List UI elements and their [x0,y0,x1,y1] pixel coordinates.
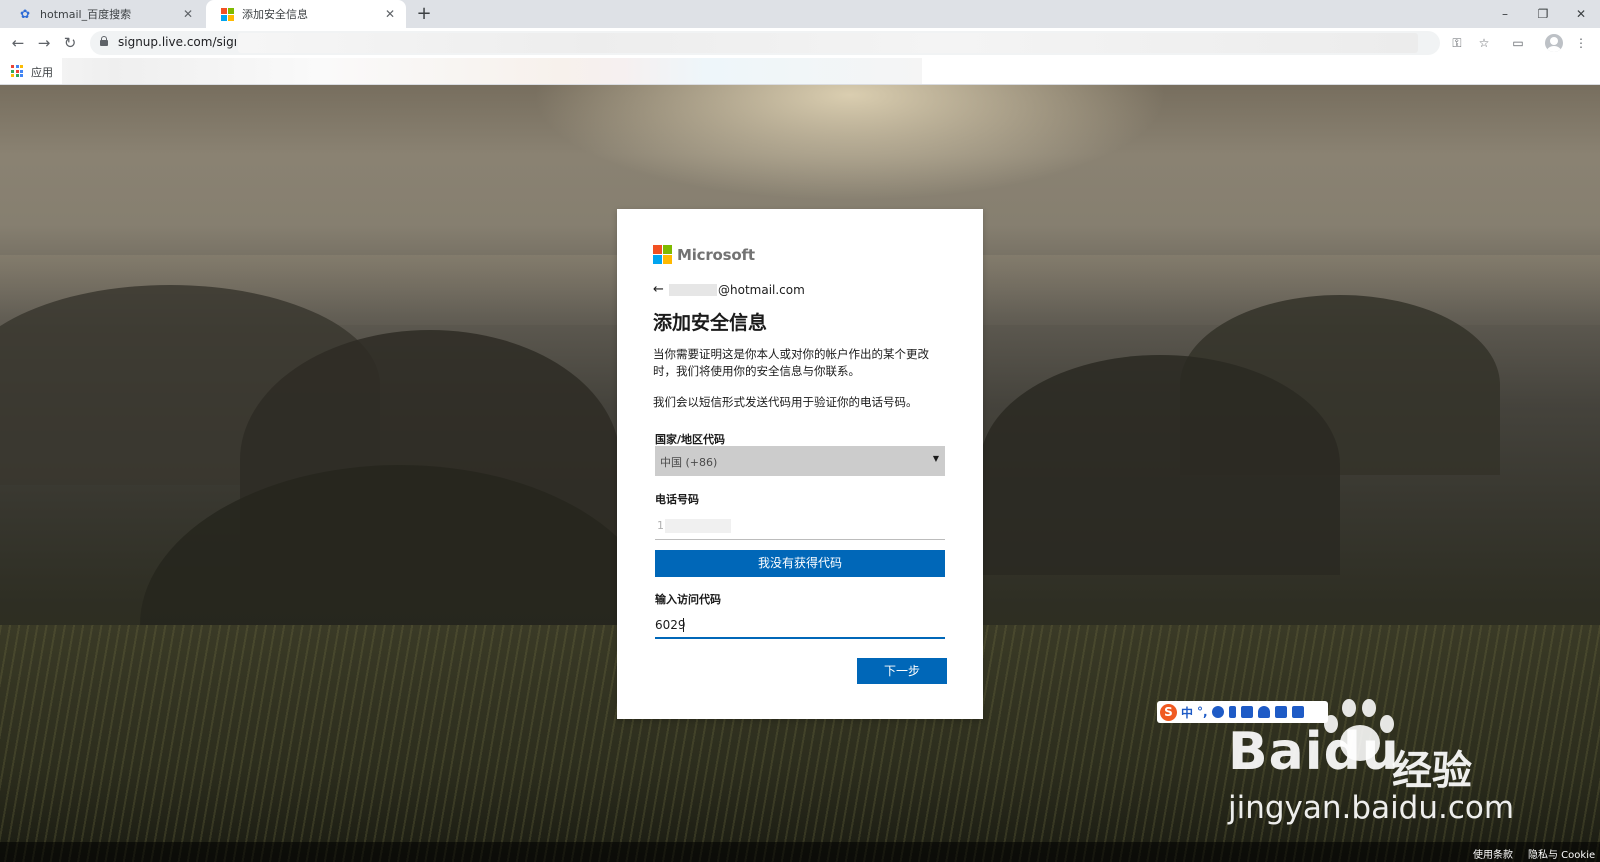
watermark-cn: 经验 [1392,748,1472,794]
country-code-value: 中国 (+86) [660,456,718,469]
star-icon[interactable]: ☆ [1476,35,1492,51]
security-info-card: Microsoft ← @hotmail.com 添加安全信息 当你需要证明这是… [617,209,983,719]
keyboard-icon[interactable] [1240,706,1253,718]
dropdown-arrow-icon: ▼ [932,454,939,463]
country-label: 国家/地区代码 [655,433,726,446]
microphone-icon[interactable] [1228,706,1236,718]
tab-title: hotmail_百度搜索 [40,8,132,21]
url-text: signup.live.com/signu [118,35,236,49]
ime-punctuation[interactable]: °, [1197,705,1208,719]
window-close-button[interactable]: ✕ [1562,0,1600,28]
ime-mode[interactable]: 中 [1181,704,1193,721]
tab-strip: ✿ hotmail_百度搜索 ✕ 添加安全信息 ✕ + – ❐ ✕ [0,0,1600,28]
cast-icon[interactable]: ▭ [1510,35,1526,51]
address-bar[interactable]: signup.live.com/signu [90,31,1440,55]
bookmarks-bar: 应用 [0,58,1600,85]
profile-avatar[interactable] [1545,34,1563,52]
phone-label: 电话号码 [655,493,699,506]
access-code-value: 6029 [655,618,686,632]
access-code-input[interactable]: 6029 [655,611,945,639]
back-arrow-icon[interactable]: ← [653,282,667,297]
description-text: 当你需要证明这是你本人或对你的帐户作出的某个更改时，我们将使用你的安全信息与你联… [653,347,929,378]
sogou-logo-icon[interactable]: S [1160,703,1177,721]
page-footer: 使用条款 隐私与 Cookie [0,842,1600,862]
key-icon[interactable]: ⚿ [1449,35,1465,51]
country-code-select[interactable]: 中国 (+86) ▼ [655,446,945,476]
text-caret [683,618,684,632]
back-icon[interactable]: ← [8,33,28,53]
microsoft-logo: Microsoft [653,245,755,264]
tab-add-security-info[interactable]: 添加安全信息 ✕ [206,0,406,28]
url-redacted [238,33,1418,53]
microsoft-logo-icon [653,245,672,264]
restore-button[interactable]: ❐ [1524,0,1562,28]
tab-title: 添加安全信息 [242,8,308,21]
terms-link[interactable]: 使用条款 [1473,846,1513,861]
resend-code-button[interactable]: 我没有获得代码 [655,550,945,577]
emoji-icon[interactable] [1211,706,1224,718]
microsoft-logo-icon [220,7,234,21]
watermark-url: jingyan.baidu.com [1228,790,1515,826]
phone-number-prefix: 1 [657,519,664,532]
phone-number-redacted [665,519,731,533]
tab-hotmail-search[interactable]: ✿ hotmail_百度搜索 ✕ [4,0,204,28]
privacy-link[interactable]: 隐私与 Cookie [1528,846,1595,861]
identity-banner: ← @hotmail.com [653,282,805,297]
apps-grid-icon[interactable] [11,65,23,77]
username-redacted [669,283,717,296]
code-label: 输入访问代码 [655,593,721,606]
sms-note: 我们会以短信形式发送代码用于验证你的电话号码。 [653,395,918,409]
minimize-button[interactable]: – [1486,0,1524,28]
reload-icon[interactable]: ↻ [60,33,80,53]
new-tab-button[interactable]: + [414,4,434,24]
next-button[interactable]: 下一步 [857,658,947,684]
apps-label[interactable]: 应用 [31,64,53,80]
grid-menu-icon[interactable] [1291,706,1304,718]
ime-toolbar[interactable]: S 中 °, [1157,701,1328,723]
identity-email: @hotmail.com [718,282,805,297]
phone-number-input[interactable]: 1 [655,512,945,540]
person-icon[interactable] [1257,706,1270,718]
lock-icon [100,36,108,46]
close-tab-icon[interactable]: ✕ [180,6,196,22]
forward-icon[interactable]: → [34,33,54,53]
baidu-paw-icon: ✿ [19,7,31,21]
brand-name: Microsoft [677,245,755,264]
watermark-brand: Baidu [1228,722,1400,782]
menu-icon[interactable]: ⋮ [1573,35,1589,51]
page-title: 添加安全信息 [653,312,768,334]
browser-toolbar: ← → ↻ signup.live.com/signu ⚿ ☆ ▭ ⋮ [0,28,1600,58]
bookmarks-redacted [62,58,922,84]
close-tab-icon[interactable]: ✕ [382,6,398,22]
shirt-icon[interactable] [1274,706,1287,718]
